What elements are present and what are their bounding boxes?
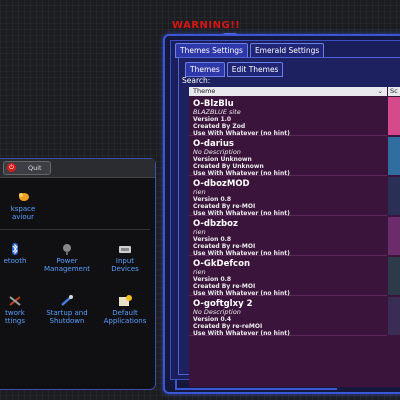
workspace-behaviour-label: kspace aviour — [10, 205, 36, 221]
input-devices-item[interactable]: Input Devices — [95, 243, 155, 273]
list-item[interactable]: O-GkDefcon rien Version 0.8 Created By r… — [189, 257, 387, 297]
chevron-down-icon: ⌄ — [377, 87, 383, 95]
theme-column-label: Theme — [193, 87, 216, 95]
network-settings-label: twork ttings — [5, 309, 25, 325]
theme-usage: Use With Whatever (no hint) — [193, 290, 290, 297]
theme-author: Created By Zod — [193, 123, 246, 130]
bluetooth-label: etooth — [3, 257, 27, 265]
theme-author: Created By re-MOI — [193, 243, 256, 250]
top-tab-bar: Themes Settings Emerald Settings — [175, 43, 325, 58]
theme-name: O-GkDefcon — [193, 259, 250, 269]
theme-author: Created By re-reMOI — [193, 323, 263, 330]
startup-icon — [61, 295, 73, 306]
workspace-icon — [19, 193, 29, 201]
divider — [0, 229, 150, 230]
quit-button[interactable]: ⏻ Quit — [3, 161, 51, 175]
theme-thumbnail — [388, 297, 400, 335]
list-item[interactable]: O-dbzboz rien Version 0.8 Created By re-… — [189, 217, 387, 257]
theme-name: O-dbzboz — [193, 219, 238, 229]
theme-thumbnail — [388, 217, 400, 255]
bluetooth-icon — [12, 243, 18, 255]
default-applications-item[interactable]: Default Applications — [95, 295, 155, 325]
list-item[interactable]: O-dbozMOD rien Version 0.8 Created By re… — [189, 177, 387, 217]
theme-usage: Use With Whatever (no hint) — [193, 130, 290, 137]
theme-usage: Use With Whatever (no hint) — [193, 330, 290, 337]
workspace-behaviour-item[interactable]: kspace aviour — [0, 191, 53, 221]
network-icon — [9, 296, 21, 306]
search-label: Search: — [182, 76, 211, 85]
power-management-label: Power Management — [43, 257, 91, 273]
theme-description: No Description — [193, 308, 241, 316]
input-devices-icon — [119, 246, 131, 253]
quit-label: Quit — [28, 164, 42, 172]
tab-edit-themes[interactable]: Edit Themes — [226, 62, 284, 77]
theme-description: rien — [193, 228, 206, 236]
default-applications-icon — [119, 295, 132, 306]
theme-thumbnail — [388, 137, 400, 175]
default-applications-label: Default Applications — [103, 309, 147, 325]
theme-author: Created By Unknown — [193, 163, 264, 170]
toolbar: ⏻ Quit — [0, 159, 155, 178]
warning-title: WARNING!! — [172, 20, 241, 31]
inner-tab-bar: Themes Edit Themes — [185, 62, 284, 77]
theme-usage: Use With Whatever (no hint) — [193, 250, 290, 257]
theme-column-header[interactable]: Theme ⌄ — [189, 87, 387, 96]
power-icon: ⏻ — [7, 163, 16, 172]
theme-version: Version 0.8 — [193, 196, 232, 203]
theme-version: Version 1.0 — [193, 116, 232, 123]
theme-author: Created By re-MOI — [193, 283, 256, 290]
theme-description: rien — [193, 188, 206, 196]
theme-list[interactable]: Theme ⌄ Sc O-BlzBlu BLAZBLUE site Versio… — [189, 87, 400, 387]
list-item[interactable]: O-BlzBlu BLAZBLUE site Version 1.0 Creat… — [189, 97, 387, 137]
power-management-item[interactable]: Power Management — [37, 243, 97, 273]
settings-window: Themes Settings Emerald Settings Themes … — [170, 40, 400, 387]
theme-thumbnail — [388, 257, 400, 295]
screenshot-column-header[interactable]: Sc — [388, 87, 400, 96]
theme-version: Version 0.4 — [193, 316, 232, 323]
theme-usage: Use With Whatever (no hint) — [193, 210, 290, 217]
theme-author: Created By re-MOI — [193, 203, 256, 210]
power-management-icon — [63, 244, 71, 255]
list-item[interactable]: O-goftglxy 2 No Description Version 0.4 … — [189, 297, 387, 337]
theme-usage: Use With Whatever (no hint) — [193, 170, 290, 177]
theme-description: rien — [193, 268, 206, 276]
theme-version: Version Unknown — [193, 156, 252, 163]
tab-emerald-settings[interactable]: Emerald Settings — [249, 43, 325, 58]
theme-description: BLAZBLUE site — [193, 108, 241, 116]
startup-shutdown-item[interactable]: Startup and Shutdown — [37, 295, 97, 325]
system-settings-panel: ⏻ Quit kspace aviour etooth Power Manage… — [0, 158, 156, 390]
tab-themes[interactable]: Themes — [185, 62, 225, 77]
theme-description: No Description — [193, 148, 241, 156]
startup-shutdown-label: Startup and Shutdown — [46, 309, 88, 325]
theme-version: Version 0.8 — [193, 236, 232, 243]
list-item[interactable]: O-darius No Description Version Unknown … — [189, 137, 387, 177]
theme-version: Version 0.8 — [193, 276, 232, 283]
input-devices-label: Input Devices — [111, 257, 139, 273]
theme-thumbnail — [388, 177, 400, 215]
theme-name: O-dbozMOD — [193, 179, 250, 189]
tab-themes-settings[interactable]: Themes Settings — [175, 43, 248, 58]
theme-thumbnail — [388, 97, 400, 135]
